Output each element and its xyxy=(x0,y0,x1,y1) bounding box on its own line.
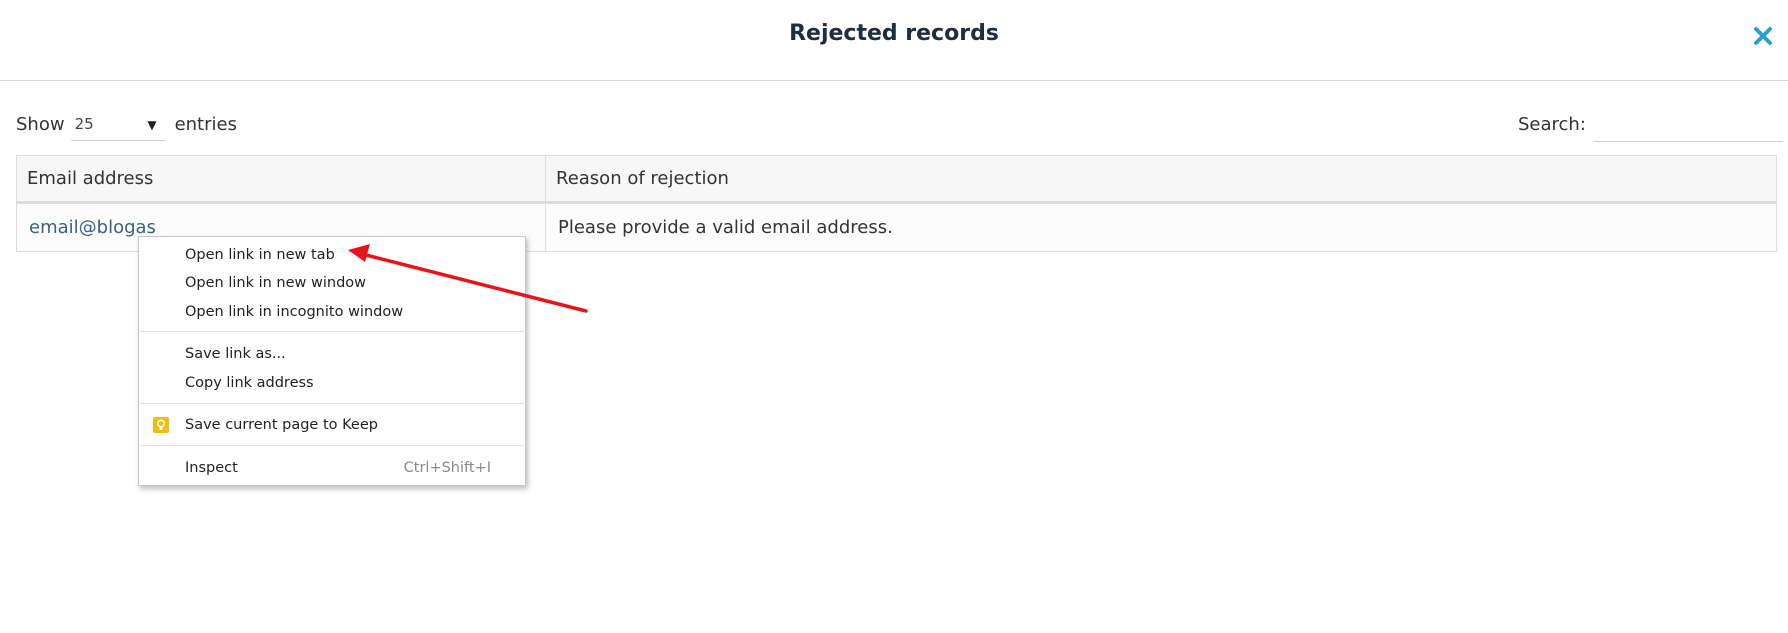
menu-item-inspect[interactable]: Inspect Ctrl+Shift+I xyxy=(139,455,525,481)
modal-header: Rejected records xyxy=(0,0,1788,81)
column-header-reason[interactable]: Reason of rejection xyxy=(545,155,1777,204)
search-control: Search: xyxy=(1518,106,1783,142)
search-label: Search: xyxy=(1518,113,1586,135)
menu-divider xyxy=(140,445,524,446)
menu-divider xyxy=(140,331,524,332)
show-label: Show xyxy=(16,113,65,135)
shortcut-label: Ctrl+Shift+I xyxy=(403,460,491,476)
menu-item-open-new-tab[interactable]: Open link in new tab xyxy=(139,242,525,268)
email-link[interactable]: email@blogas xyxy=(29,217,156,238)
column-header-email[interactable]: Email address xyxy=(16,155,546,204)
menu-item-save-link-as[interactable]: Save link as... xyxy=(139,341,525,367)
menu-item-label: Save link as... xyxy=(185,346,286,362)
menu-item-label: Copy link address xyxy=(185,375,314,391)
table-header-row: Email address Reason of rejection xyxy=(16,155,1777,204)
menu-item-open-incognito[interactable]: Open link in incognito window xyxy=(139,299,525,325)
menu-item-open-new-window[interactable]: Open link in new window xyxy=(139,270,525,296)
menu-item-copy-link-address[interactable]: Copy link address xyxy=(139,370,525,396)
menu-item-label: Inspect xyxy=(185,460,238,476)
search-input[interactable] xyxy=(1593,106,1783,142)
reason-cell: Please provide a valid email address. xyxy=(545,202,1777,252)
page-length-value: 25 xyxy=(74,114,94,133)
menu-item-label: Open link in new tab xyxy=(185,247,335,263)
context-menu: Open link in new tab Open link in new wi… xyxy=(138,236,526,486)
menu-item-label: Save current page to Keep xyxy=(185,417,378,433)
keep-icon xyxy=(153,417,169,433)
caret-down-icon: ▼ xyxy=(147,118,157,132)
entries-length-control: Show 25 ▼ entries xyxy=(16,106,237,142)
menu-item-label: Open link in new window xyxy=(185,275,367,291)
menu-item-save-to-keep[interactable]: Save current page to Keep xyxy=(139,412,525,438)
close-button[interactable] xyxy=(1748,18,1778,52)
modal-title: Rejected records xyxy=(789,21,999,46)
entries-label: entries xyxy=(174,113,237,135)
close-icon xyxy=(1754,27,1772,45)
page-length-select[interactable]: 25 ▼ xyxy=(70,107,165,141)
menu-divider xyxy=(140,403,524,404)
menu-item-label: Open link in incognito window xyxy=(185,304,404,320)
